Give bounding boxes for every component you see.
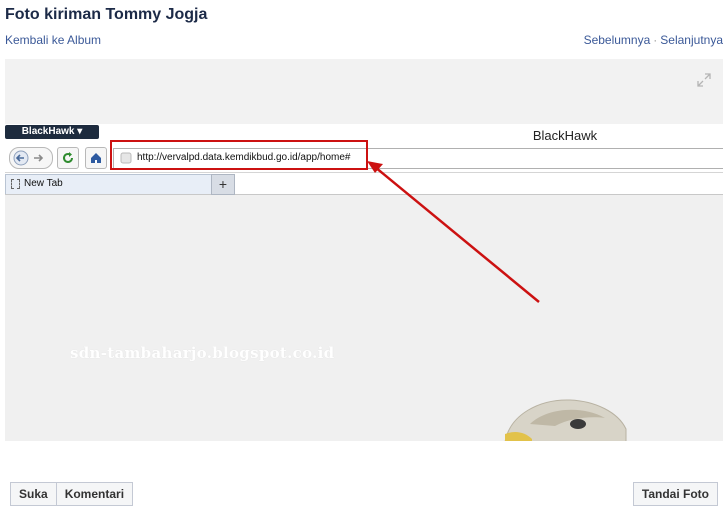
next-link[interactable]: Selanjutnya	[660, 33, 723, 47]
browser-window-title: BlackHawk	[532, 128, 598, 143]
eagle-logo-icon	[504, 399, 627, 441]
browser-tab: New Tab	[5, 174, 212, 194]
reload-icon	[57, 147, 79, 169]
like-button[interactable]: Suka	[10, 482, 57, 506]
tag-photo-button[interactable]: Tandai Foto	[632, 482, 718, 506]
nav-separator: ·	[653, 33, 658, 47]
watermark-text: sdn-tambaharjo.blogspot.co.id	[70, 344, 335, 362]
page-title: Foto kiriman Tommy Jogja	[5, 6, 208, 23]
previous-link[interactable]: Sebelumnya	[584, 33, 651, 47]
tab-label: New Tab	[24, 178, 63, 189]
photo-viewer: BlackHawk ▾ BlackHawk http://vervalpd.da…	[5, 59, 723, 441]
back-forward-buttons	[9, 147, 53, 169]
photo-nav: Sebelumnya · Selanjutnya	[584, 33, 723, 47]
url-highlight-box	[110, 140, 368, 170]
photo-image: BlackHawk ▾ BlackHawk http://vervalpd.da…	[5, 124, 723, 441]
blackhawk-menu-button: BlackHawk ▾	[5, 125, 99, 139]
new-tab-button: +	[211, 174, 235, 195]
tag-actions: Tandai Foto	[632, 482, 718, 506]
back-forward-icon	[13, 150, 44, 166]
tab-page-icon	[11, 179, 20, 189]
home-icon	[85, 147, 107, 169]
browser-tabbar: New Tab +	[5, 173, 723, 195]
expand-icon[interactable]	[697, 73, 711, 87]
comment-button[interactable]: Komentari	[56, 482, 134, 506]
photo-actions: Suka Komentari	[10, 482, 134, 506]
back-to-album-link[interactable]: Kembali ke Album	[5, 33, 101, 47]
blackhawk-menu-label: BlackHawk	[21, 126, 75, 137]
